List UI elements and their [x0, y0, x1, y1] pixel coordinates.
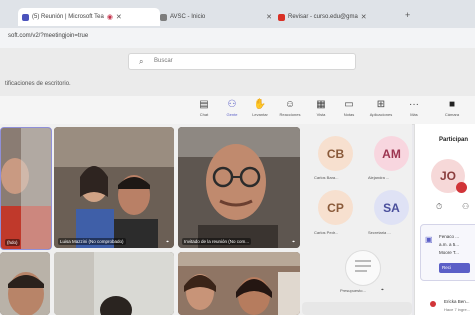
notes-icon: ▭: [344, 99, 354, 110]
tile-caption: (hdo): [5, 239, 20, 246]
video-tile[interactable]: [302, 302, 412, 315]
activity-name: Ericka Ben...: [444, 299, 470, 304]
tab-avsc[interactable]: AVSC - Inicio ✕: [160, 8, 272, 26]
notes-button[interactable]: ▭ Notas: [337, 99, 361, 117]
camera-button[interactable]: ■ Cámara: [440, 99, 464, 117]
avatar[interactable]: SA: [374, 190, 409, 225]
new-tab-icon[interactable]: +: [405, 10, 410, 20]
people-icon: ⚇: [227, 99, 237, 110]
video-tile[interactable]: Luisa Mazzini (No comprobado) ⌖: [54, 127, 174, 248]
participant-video: [178, 127, 300, 248]
more-icon: ···: [409, 99, 419, 110]
panel-title: Participan: [439, 137, 469, 143]
tab-teams-meeting[interactable]: (5) Reunión | Microsoft Tea ◉ ✕: [18, 8, 160, 26]
participant-video: [1, 128, 51, 249]
accept-button[interactable]: Reci: [439, 263, 470, 273]
calendar-icon: ▣: [425, 235, 433, 244]
teams-header: ⌕ Buscar: [0, 48, 475, 74]
card-line: Fenaco ...: [439, 234, 460, 239]
video-tile[interactable]: [0, 252, 50, 315]
video-tile[interactable]: Invitado de la reunión (No com... ⌖: [178, 127, 300, 248]
raise-hand-button[interactable]: ✋ Levantar: [248, 99, 272, 117]
pin-icon[interactable]: ⌖: [381, 287, 384, 293]
search-input[interactable]: ⌕ Buscar: [128, 53, 356, 70]
timer-icon[interactable]: ⏱: [436, 202, 442, 212]
tile-caption: Invitado de la reunión (No com...: [182, 238, 252, 245]
chat-button[interactable]: ▤ Chat: [192, 99, 216, 117]
participants-panel: Participan JO ⏱ ⚇ ▣ Fenaco ... a.m. a 5.…: [414, 124, 475, 315]
participant-video: [0, 252, 50, 315]
address-bar[interactable]: soft.com/v2/?meetingjoin=true: [0, 28, 475, 49]
pin-icon[interactable]: ⌖: [166, 239, 169, 245]
chat-icon: ▤: [199, 99, 209, 110]
avatar[interactable]: CB: [318, 136, 353, 171]
search-placeholder: Buscar: [154, 58, 173, 64]
view-button[interactable]: ▦ Vista: [309, 99, 333, 117]
record-dot-icon: [430, 301, 436, 307]
video-stage: (hdo) Luisa Mazzini (No comprobado) ⌖ In…: [0, 124, 412, 315]
document-icon: [355, 260, 371, 272]
recording-indicator-icon: ◉: [106, 14, 113, 21]
grid-icon: ▦: [316, 99, 326, 110]
tile-caption: Luisa Mazzini (No comprobado): [58, 238, 126, 245]
camera-icon: ■: [448, 99, 456, 110]
video-tile[interactable]: (hdo): [0, 127, 52, 250]
avatar-name: Secretaria ...: [368, 230, 391, 235]
activity-sub: Hace 7 ingre...: [444, 307, 471, 312]
people-icon[interactable]: ⚇: [462, 202, 469, 211]
avatar-name: Carlos Bara...: [314, 175, 339, 180]
participant-video: [178, 252, 300, 315]
status-badge: [456, 182, 467, 193]
page-favicon-icon: [160, 13, 167, 21]
pin-icon[interactable]: ⌖: [292, 239, 295, 245]
tab-label: AVSC - Inicio: [170, 14, 206, 20]
card-line: a.m. a 5...: [439, 242, 460, 247]
apps-button[interactable]: ⊞ Aplicaciones: [369, 99, 393, 117]
meeting-toolbar: ▤ Chat ⚇ Gente ✋ Levantar ☺ Reacciones ▦…: [0, 96, 475, 125]
card-line: Moore T...: [439, 250, 459, 255]
raise-hand-icon: ✋: [253, 99, 267, 110]
close-tab-icon[interactable]: ✕: [361, 13, 367, 21]
browser-tab-bar: (5) Reunión | Microsoft Tea ◉ ✕ AVSC - I…: [0, 0, 475, 28]
participant-video: [54, 127, 174, 248]
search-icon: ⌕: [139, 57, 144, 66]
avatar-name: Alejandra ...: [368, 175, 390, 180]
close-tab-icon[interactable]: ✕: [116, 13, 122, 21]
video-tile[interactable]: [54, 252, 174, 315]
gmail-favicon-icon: [278, 13, 285, 21]
close-tab-icon[interactable]: ✕: [266, 13, 272, 21]
notification-text: tificaciones de escritorio.: [5, 81, 71, 87]
notification-banner: tificaciones de escritorio.: [0, 74, 475, 97]
people-button[interactable]: ⚇ Gente: [220, 99, 244, 117]
tab-gmail[interactable]: Revisar - curso.edu@gma ✕: [278, 8, 398, 26]
tab-label: (5) Reunión | Microsoft Tea: [32, 14, 104, 20]
video-tile[interactable]: [178, 252, 300, 315]
smile-icon: ☺: [284, 99, 296, 110]
presentation-avatar[interactable]: [345, 250, 381, 286]
teams-favicon-icon: [22, 13, 29, 21]
tab-label: Revisar - curso.edu@gma: [288, 14, 358, 20]
notification-card[interactable]: ▣ Fenaco ... a.m. a 5... Moore T... Reci: [420, 224, 475, 281]
presentation-label: Presupuesto...: [340, 288, 366, 293]
avatar-name: Carlos Pedr...: [314, 230, 339, 235]
avatar[interactable]: CP: [318, 190, 353, 225]
apps-icon: ⊞: [376, 99, 386, 110]
reactions-button[interactable]: ☺ Reacciones: [278, 99, 302, 117]
participant-video: [54, 252, 174, 315]
more-button[interactable]: ··· Más: [402, 99, 426, 117]
avatar[interactable]: AM: [374, 136, 409, 171]
url-text: soft.com/v2/?meetingjoin=true: [8, 33, 89, 39]
